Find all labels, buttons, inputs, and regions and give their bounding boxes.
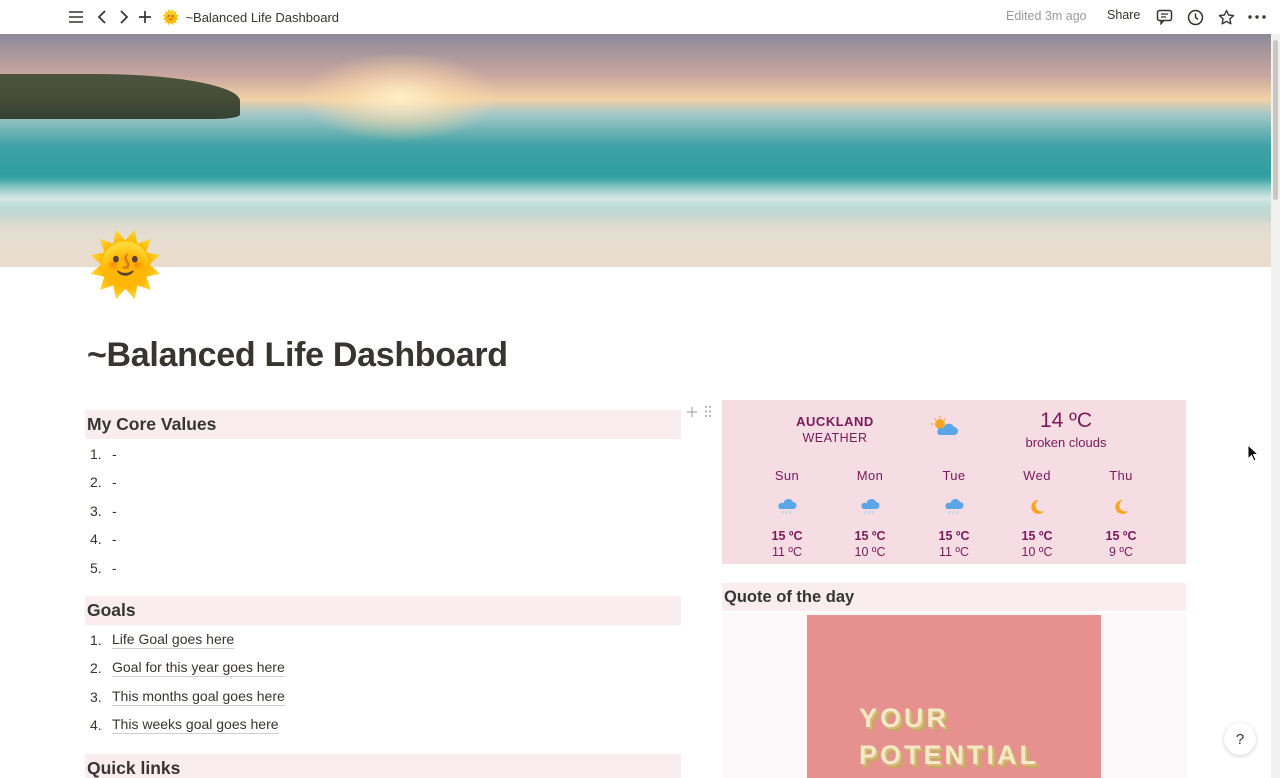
forecast-low: 11 ºC — [938, 545, 970, 559]
weather-label: WEATHER — [802, 431, 868, 445]
drag-handle-icon[interactable] — [704, 405, 712, 421]
goal-link[interactable]: This weeks goal goes here — [112, 716, 279, 734]
goal-item[interactable]: 3. This months goal goes here — [90, 686, 285, 708]
share-button[interactable]: Share — [1107, 8, 1140, 22]
quote-image[interactable]: YOUR POTENTIAL — [807, 615, 1101, 778]
new-page-plus-icon[interactable] — [137, 5, 153, 29]
list-number: 4. — [90, 717, 102, 733]
quote-heading[interactable]: Quote of the day — [722, 583, 1186, 611]
edited-status[interactable]: Edited 3m ago — [1006, 9, 1087, 23]
list-number: 1. — [90, 446, 102, 462]
sun-emoji-icon: 🌞 — [162, 8, 180, 25]
quick-links-heading[interactable]: Quick links — [85, 754, 681, 778]
cover-sunset-glow — [300, 52, 500, 142]
list-number: 5. — [90, 560, 102, 576]
comments-icon[interactable] — [1154, 5, 1174, 29]
core-values-heading[interactable]: My Core Values — [85, 410, 681, 439]
crescent-moon-icon — [1007, 497, 1067, 517]
forecast-low: 10 ºC — [854, 545, 886, 559]
goals-heading[interactable]: Goals — [85, 596, 681, 625]
updates-clock-icon[interactable] — [1185, 5, 1205, 29]
quote-line: YOUR — [859, 703, 950, 733]
weather-widget[interactable]: AUCKLAND WEATHER 14 ºC broken clouds Sun… — [722, 400, 1186, 564]
weather-current-temp: 14 ºC — [1039, 409, 1093, 432]
forecast-low: 9 ºC — [1108, 545, 1134, 559]
list-number: 2. — [90, 660, 102, 676]
forecast-high: 15 ºC — [771, 529, 803, 543]
page-icon-sun-emoji[interactable]: 🌞 — [88, 230, 163, 300]
list-number: 1. — [90, 632, 102, 648]
forecast-high: 15 ºC — [854, 529, 886, 543]
forecast-day: Sun — [774, 468, 800, 483]
goal-link[interactable]: This months goal goes here — [112, 688, 285, 706]
forecast-day: Tue — [942, 468, 966, 483]
help-button[interactable]: ? — [1224, 723, 1256, 755]
breadcrumb-title: ~Balanced Life Dashboard — [185, 9, 340, 25]
goal-item[interactable]: 2. Goal for this year goes here — [90, 657, 285, 679]
list-number: 4. — [90, 531, 102, 547]
core-value-item[interactable]: 1. - — [90, 443, 117, 465]
rain-cloud-icon — [757, 497, 817, 517]
forecast-high: 15 ºC — [1021, 529, 1053, 543]
list-number: 3. — [90, 503, 102, 519]
crescent-moon-icon — [1091, 497, 1151, 517]
core-value-item[interactable]: 5. - — [90, 557, 117, 579]
favorite-star-icon[interactable] — [1216, 5, 1236, 29]
forward-arrow-icon[interactable] — [116, 5, 132, 29]
rain-cloud-icon — [840, 497, 900, 517]
forecast-low: 10 ºC — [1021, 545, 1053, 559]
topbar: 🌞 ~Balanced Life Dashboard Edited 3m ago… — [0, 0, 1280, 34]
breadcrumb[interactable]: 🌞 ~Balanced Life Dashboard — [162, 7, 339, 27]
goal-link[interactable]: Goal for this year goes here — [112, 659, 285, 677]
rain-cloud-icon — [924, 497, 984, 517]
list-text: - — [112, 473, 117, 490]
list-text: - — [112, 445, 117, 462]
back-arrow-icon[interactable] — [94, 5, 110, 29]
goal-link[interactable]: Life Goal goes here — [112, 631, 235, 649]
core-value-item[interactable]: 4. - — [90, 528, 117, 550]
forecast-high: 15 ºC — [938, 529, 970, 543]
forecast-day: Wed — [1023, 468, 1051, 483]
cover-palm-shoreline — [0, 74, 240, 119]
cover-beach-sand — [0, 204, 1271, 267]
sidebar-menu-icon[interactable] — [66, 5, 86, 29]
core-value-item[interactable]: 2. - — [90, 471, 117, 493]
forecast-low: 11 ºC — [771, 545, 803, 559]
weather-city: AUCKLAND — [796, 414, 874, 429]
list-text: - — [112, 502, 117, 519]
mouse-cursor-icon — [1247, 443, 1260, 462]
forecast-high: 15 ºC — [1105, 529, 1137, 543]
forecast-day: Thu — [1109, 468, 1133, 483]
page-title[interactable]: ~Balanced Life Dashboard — [87, 336, 508, 375]
cover-image[interactable] — [0, 34, 1271, 267]
add-block-plus-icon[interactable] — [686, 405, 698, 421]
core-value-item[interactable]: 3. - — [90, 500, 117, 522]
more-options-icon[interactable] — [1246, 5, 1268, 29]
forecast-day: Mon — [856, 468, 884, 483]
list-number: 2. — [90, 474, 102, 490]
list-text: - — [112, 530, 117, 547]
goal-item[interactable]: 4. This weeks goal goes here — [90, 714, 279, 736]
scrollbar-thumb[interactable] — [1273, 40, 1278, 200]
list-text: - — [112, 559, 117, 576]
block-handles — [686, 405, 712, 421]
quote-line: POTENTIAL — [859, 740, 1039, 770]
weather-description: broken clouds — [1025, 435, 1107, 450]
goal-item[interactable]: 1. Life Goal goes here — [90, 629, 235, 651]
sun-behind-cloud-icon — [930, 416, 960, 438]
list-number: 3. — [90, 689, 102, 705]
